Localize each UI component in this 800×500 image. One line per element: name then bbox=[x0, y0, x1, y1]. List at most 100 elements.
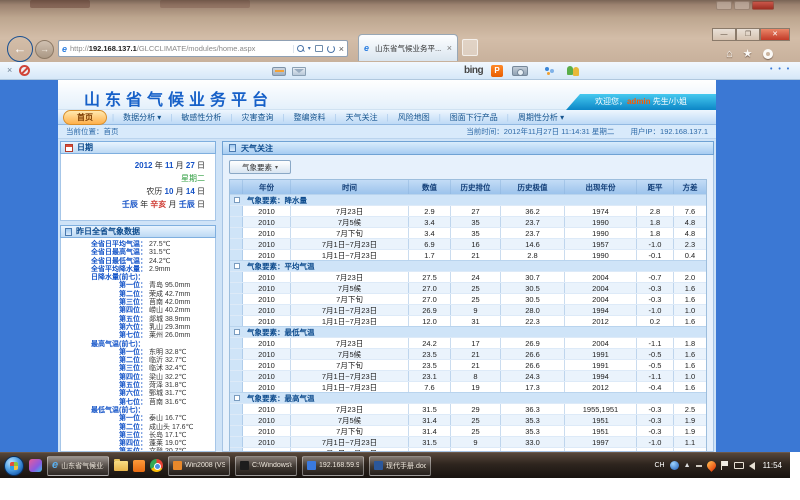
table-row[interactable]: 20107月下旬3.43523.719901.84.8 bbox=[230, 227, 706, 238]
browser-back-button[interactable]: ← bbox=[7, 36, 33, 62]
people-icon[interactable] bbox=[567, 66, 581, 76]
network-icon[interactable] bbox=[734, 462, 744, 469]
settings-gear-icon[interactable] bbox=[763, 49, 773, 59]
explorer-folder-icon[interactable] bbox=[114, 461, 128, 471]
taskbar-window-button-1[interactable]: Win2008 (VS2... bbox=[168, 456, 230, 476]
background-window-fragment bbox=[160, 0, 250, 8]
table-row[interactable]: 20107月1日~7月23日26.9928.01994-1.01.0 bbox=[230, 304, 706, 315]
new-tab-button[interactable] bbox=[462, 39, 478, 56]
addon-p-icon[interactable]: P bbox=[491, 65, 503, 77]
minimize-button[interactable]: — bbox=[712, 28, 736, 41]
table-row[interactable]: 20107月1日~7月23日23.1824.31994-1.11.0 bbox=[230, 370, 706, 381]
action-center-flag-icon[interactable] bbox=[721, 461, 729, 470]
nav-item-3[interactable]: 敏感性分析 bbox=[172, 112, 230, 123]
browser-tab[interactable]: e 山东省气候业务平... × bbox=[358, 34, 458, 61]
rank-item: 第一位：东明 32.8℃ bbox=[63, 349, 213, 357]
taskbar-orange-app-icon[interactable] bbox=[133, 460, 145, 472]
calendar-panel-title: 日期 bbox=[77, 142, 93, 153]
taskbar-ie-button[interactable]: e 山东省气候业... bbox=[47, 456, 109, 476]
sparkle-icon[interactable] bbox=[545, 67, 555, 76]
taskbar-window-button-icon bbox=[307, 461, 316, 470]
table-row[interactable]: 20101月1日~7月23日7.61917.32012-0.41.6 bbox=[230, 381, 706, 392]
nav-item-2[interactable]: 数据分析 ▾ bbox=[114, 112, 170, 123]
taskbar-window-button-4[interactable]: 现代手册.docx ... bbox=[369, 456, 431, 476]
toolbar-overflow-icon[interactable]: • • • bbox=[770, 66, 791, 73]
col-time: 时间 bbox=[291, 180, 409, 194]
bg-maximize-button[interactable] bbox=[734, 1, 750, 10]
group-checkbox[interactable] bbox=[234, 395, 240, 401]
cards-icon[interactable] bbox=[272, 67, 286, 76]
taskbar-window-button-3[interactable]: 192.168.59.99... bbox=[302, 456, 364, 476]
bg-close-button[interactable] bbox=[752, 1, 774, 10]
url-text[interactable]: http://192.168.137.1/GLCCLIMATE/modules/… bbox=[70, 44, 293, 53]
clock[interactable]: 11:54 bbox=[760, 461, 782, 470]
table-row[interactable]: 20107月23日2.92736.219742.87.6 bbox=[230, 205, 706, 216]
toolbar-close-icon[interactable]: × bbox=[7, 65, 12, 75]
site-title: 山东省气候业务平台 bbox=[84, 86, 273, 110]
browser-forward-button[interactable]: → bbox=[35, 40, 54, 59]
maximize-button[interactable]: ❐ bbox=[736, 28, 760, 41]
tray-flame-icon[interactable] bbox=[705, 459, 718, 472]
group-checkbox[interactable] bbox=[234, 329, 240, 335]
element-filter-button[interactable]: 气象要素▾ bbox=[229, 160, 291, 174]
camera-icon[interactable] bbox=[512, 66, 528, 76]
weather-table-rows: 气象要素：降水量20107月23日2.92736.219742.87.62010… bbox=[230, 194, 706, 452]
chrome-icon[interactable] bbox=[150, 459, 163, 472]
table-row[interactable]: 20107月1日~7月23日6.91614.61957-1.02.3 bbox=[230, 238, 706, 249]
bg-minimize-button[interactable] bbox=[716, 1, 732, 10]
close-button[interactable]: ✕ bbox=[760, 28, 790, 41]
address-bar[interactable]: e http://192.168.137.1/GLCCLIMATE/module… bbox=[58, 40, 348, 57]
language-indicator[interactable]: CH bbox=[655, 462, 665, 469]
favorites-star-icon[interactable]: ★ bbox=[743, 48, 753, 60]
group-checkbox[interactable] bbox=[234, 263, 240, 269]
show-hidden-icons-icon[interactable]: ▲ bbox=[684, 462, 691, 469]
refresh-icon[interactable] bbox=[327, 45, 335, 53]
taskbar-window-button-2[interactable]: C:\Windows\s... bbox=[235, 456, 297, 476]
table-row[interactable]: 20107月5候3.43523.719901.84.8 bbox=[230, 216, 706, 227]
search-icon[interactable] bbox=[297, 45, 304, 52]
nav-item-9[interactable]: 周期性分析 ▾ bbox=[509, 112, 573, 123]
table-row[interactable]: 20107月23日27.52430.72004-0.72.0 bbox=[230, 271, 706, 282]
blocked-icon[interactable] bbox=[19, 65, 30, 76]
rank-item: 第七位：莒南 31.6℃ bbox=[63, 399, 213, 407]
tab-close-icon[interactable]: × bbox=[447, 43, 452, 53]
nav-item-5[interactable]: 整编资料 bbox=[285, 112, 335, 123]
address-dropdown-icon[interactable]: ▾ bbox=[308, 45, 311, 52]
weather-watch-title: 天气关注 bbox=[241, 143, 273, 154]
rank-section-header: 最高气温(前七)： bbox=[63, 341, 213, 349]
tray-dash-icon[interactable] bbox=[696, 465, 702, 467]
table-row[interactable]: 20107月下旬27.02530.52004-0.31.6 bbox=[230, 293, 706, 304]
table-row[interactable]: 20107月23日24.21726.92004-1.11.8 bbox=[230, 337, 706, 348]
taskbar-window-button-label: C:\Windows\s... bbox=[252, 462, 292, 469]
taskbar-app-icon[interactable] bbox=[29, 459, 42, 472]
table-row[interactable]: 20107月下旬23.52126.61991-0.51.6 bbox=[230, 359, 706, 370]
stop-icon[interactable]: × bbox=[339, 45, 344, 53]
table-row[interactable]: 20107月5候31.42535.31951-0.31.9 bbox=[230, 414, 706, 425]
table-row[interactable]: 20107月1日~7月23日31.5933.01997-1.01.1 bbox=[230, 436, 706, 447]
home-icon[interactable]: ⌂ bbox=[726, 48, 733, 60]
rank-item: 第四位：梁山 32.2℃ bbox=[63, 374, 213, 382]
table-row[interactable]: 20107月5候27.02530.52004-0.31.6 bbox=[230, 282, 706, 293]
table-row[interactable]: 20107月5候23.52126.61991-0.51.6 bbox=[230, 348, 706, 359]
nav-item-6[interactable]: 天气关注 bbox=[337, 112, 387, 123]
tray-app-icon[interactable] bbox=[670, 461, 679, 470]
nav-item-4[interactable]: 灾害查询 bbox=[232, 112, 282, 123]
taskbar-window-button-icon bbox=[240, 461, 249, 470]
nav-item-1[interactable]: 首页 bbox=[63, 110, 107, 125]
bing-logo[interactable]: bing bbox=[464, 65, 483, 76]
table-row[interactable]: 20101月1日~7月23日1.7212.81990-0.10.4 bbox=[230, 249, 706, 260]
chevron-down-icon: ▾ bbox=[275, 164, 278, 171]
nav-item-7[interactable]: 风险地图 bbox=[389, 112, 439, 123]
group-checkbox[interactable] bbox=[234, 197, 240, 203]
compatibility-view-icon[interactable] bbox=[315, 45, 323, 52]
mail-icon[interactable] bbox=[292, 67, 306, 76]
nav-item-8[interactable]: 图面下行产品 bbox=[441, 112, 507, 123]
table-group-header: 气象要素：降水量 bbox=[230, 194, 706, 205]
volume-icon[interactable] bbox=[749, 462, 755, 470]
rank-section-header: 最低气温(前七)： bbox=[63, 407, 213, 415]
table-row[interactable]: 20107月23日31.52936.31955,1951-0.32.5 bbox=[230, 403, 706, 414]
table-row[interactable]: 20107月下旬31.42535.31951-0.31.9 bbox=[230, 425, 706, 436]
start-button[interactable] bbox=[4, 456, 24, 476]
taskbar-window-button-icon bbox=[173, 461, 182, 470]
table-row[interactable]: 20101月1日~7月23日12.03122.320120.21.6 bbox=[230, 315, 706, 326]
